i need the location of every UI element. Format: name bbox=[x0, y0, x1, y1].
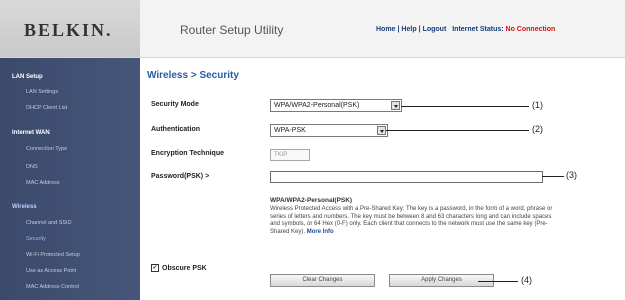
callout-label-2: (2) bbox=[532, 124, 543, 134]
encryption-label: Encryption Technique bbox=[151, 150, 224, 157]
sidebar-item-access-point[interactable]: Use as Access Point bbox=[26, 268, 76, 274]
sidebar: LAN Setup LAN Settings DHCP Client List … bbox=[0, 58, 140, 300]
obscure-psk-row[interactable]: ✓ Obscure PSK bbox=[151, 264, 207, 272]
help-text: Wireless Protected Access with a Pre-Sha… bbox=[270, 206, 553, 235]
callout-line-1 bbox=[401, 106, 529, 107]
more-info-link[interactable]: More Info bbox=[307, 229, 334, 235]
app-title: Router Setup Utility bbox=[180, 23, 284, 37]
sidebar-item-wps[interactable]: Wi-Fi Protected Setup bbox=[26, 252, 80, 258]
nav-logout-link[interactable]: Logout bbox=[423, 26, 447, 33]
security-mode-select[interactable]: WPA/WPA2-Personal(PSK) bbox=[270, 99, 402, 112]
authentication-label: Authentication bbox=[151, 126, 200, 133]
sidebar-item-channel-ssid[interactable]: Channel and SSID bbox=[26, 220, 72, 226]
nav-home-link[interactable]: Home bbox=[376, 26, 395, 33]
callout-label-3: (3) bbox=[566, 170, 577, 180]
callout-label-4: (4) bbox=[521, 275, 532, 285]
nav-help-link[interactable]: Help bbox=[401, 26, 416, 33]
sidebar-item-security[interactable]: Security bbox=[26, 236, 46, 242]
callout-label-1: (1) bbox=[532, 100, 543, 110]
page-title: Wireless > Security bbox=[147, 70, 239, 81]
logo-panel: BELKIN. bbox=[0, 0, 140, 57]
sidebar-section-wireless[interactable]: Wireless bbox=[12, 204, 37, 210]
internet-status-value: No Connection bbox=[505, 26, 556, 33]
password-label: Password(PSK) > bbox=[151, 173, 210, 180]
sidebar-item-connection-type[interactable]: Connection Type bbox=[26, 146, 67, 152]
chevron-down-icon bbox=[377, 126, 386, 135]
obscure-psk-label: Obscure PSK bbox=[162, 264, 207, 272]
sidebar-item-dns[interactable]: DNS bbox=[26, 164, 38, 170]
sidebar-item-lan-settings[interactable]: LAN Settings bbox=[26, 89, 58, 95]
help-title: WPA/WPA2-Personal(PSK) bbox=[270, 197, 353, 204]
clear-changes-button[interactable]: Clear Changes bbox=[270, 274, 375, 287]
authentication-select[interactable]: WPA-PSK bbox=[270, 124, 388, 137]
sidebar-item-dhcp-client-list[interactable]: DHCP Client List bbox=[26, 105, 67, 111]
security-mode-label: Security Mode bbox=[151, 101, 199, 108]
sidebar-item-mac-address[interactable]: MAC Address bbox=[26, 180, 60, 186]
sidebar-section-internet-wan[interactable]: Internet WAN bbox=[12, 130, 50, 136]
belkin-logo: BELKIN. bbox=[24, 20, 113, 40]
callout-line-4 bbox=[478, 281, 518, 282]
header-bar: BELKIN. Router Setup Utility Home | Help | L… bbox=[0, 0, 625, 58]
password-input[interactable] bbox=[270, 171, 543, 183]
internet-status-label: Internet Status: bbox=[452, 26, 504, 33]
security-mode-value: WPA/WPA2-Personal(PSK) bbox=[274, 102, 360, 109]
encryption-field: TKIP bbox=[270, 149, 310, 161]
chevron-down-icon bbox=[391, 101, 400, 110]
top-nav: Home | Help | Logout Internet Status: No Con… bbox=[376, 26, 556, 33]
sidebar-item-mac-control[interactable]: MAC Address Control bbox=[26, 284, 79, 290]
obscure-psk-checkbox[interactable]: ✓ bbox=[151, 264, 159, 272]
callout-line-2 bbox=[386, 130, 529, 131]
callout-line-3 bbox=[542, 176, 564, 177]
authentication-value: WPA-PSK bbox=[274, 127, 306, 134]
sidebar-section-lan-setup[interactable]: LAN Setup bbox=[12, 74, 43, 80]
